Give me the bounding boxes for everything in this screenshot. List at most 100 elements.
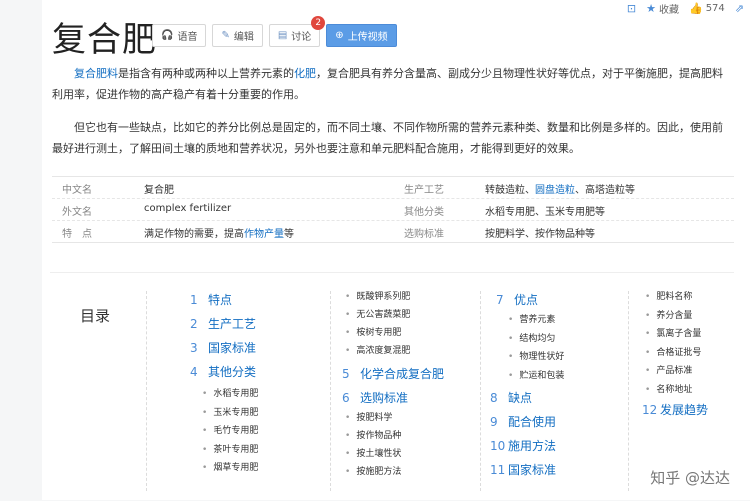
headphone-icon: 🎧 <box>161 30 174 41</box>
toc-item[interactable]: 9 配合使用 <box>490 413 556 430</box>
toc-subitem[interactable]: 既酸钾系列肥 <box>345 289 410 302</box>
toc-subitem[interactable]: 按施肥方法 <box>345 464 401 477</box>
toc-subitem[interactable]: 合格证批号 <box>645 345 701 358</box>
page-title: 复合肥 <box>52 20 157 60</box>
toc-divider <box>146 291 147 491</box>
toc-subitem[interactable]: 营养元素 <box>508 312 555 325</box>
toc-item-label: 特点 <box>208 293 233 307</box>
toc-item[interactable]: 4 其他分类 <box>190 363 256 380</box>
info-row: 特 点 满足作物的需要，提高作物产量等 选购标准 按肥料学、按作物品种等 <box>52 221 734 242</box>
toc-item-number: 2 <box>190 317 198 331</box>
info-value: 水稻专用肥、玉米专用肥等 <box>485 207 605 218</box>
share-arrow-icon[interactable]: ⇗ <box>735 2 744 15</box>
toc-item-label: 优点 <box>514 293 539 307</box>
info-value: 转鼓造粒、圆盘造粒、高塔造粒等 <box>485 185 635 196</box>
chat-icon: ▤ <box>277 30 288 41</box>
toc-subitem[interactable]: 按土壤性状 <box>345 446 401 459</box>
info-key: 外文名 <box>62 207 92 218</box>
link-chemical-fertilizer[interactable]: 化肥 <box>294 67 316 80</box>
toc-item[interactable]: 1 特点 <box>190 291 232 308</box>
toc-subitem[interactable]: 无公害蔬菜肥 <box>345 307 410 320</box>
like-button[interactable]: 👍 574 <box>689 2 725 15</box>
toc-subitem[interactable]: 烟草专用肥 <box>202 460 258 473</box>
toc-item[interactable]: 11 国家标准 <box>490 461 556 478</box>
toc-subitem[interactable]: 肥料名称 <box>645 289 692 302</box>
toc-subitem[interactable]: 贮运和包装 <box>508 368 564 381</box>
toc-item[interactable]: 8 缺点 <box>490 389 532 406</box>
link-crop-yield[interactable]: 作物产量 <box>244 229 284 240</box>
toc-item-label: 生产工艺 <box>208 317 257 331</box>
toc-item-label: 国家标准 <box>208 341 257 355</box>
toc-subitem[interactable]: 茶叶专用肥 <box>202 442 258 455</box>
toc-title: 目录 <box>80 307 111 325</box>
toc-subitem[interactable]: 产品标准 <box>645 363 692 376</box>
toc-item-label: 化学合成复合肥 <box>360 367 445 381</box>
info-value: 按肥料学、按作物品种等 <box>485 229 595 240</box>
toc-subitem[interactable]: 物理性状好 <box>508 349 564 362</box>
toc-item[interactable]: 12 发展趋势 <box>642 401 708 418</box>
second-paragraph: 但它也有一些缺点，比如它的养分比例总是固定的，而不同土壤、不同作物所需的营养元素… <box>52 121 723 155</box>
info-row: 外文名 complex fertilizer 其他分类 水稻专用肥、玉米专用肥等 <box>52 199 734 221</box>
discuss-button[interactable]: ▤ 讨论 2 <box>268 16 326 47</box>
toc-item-label: 缺点 <box>508 391 533 405</box>
toc-item[interactable]: 10 施用方法 <box>490 437 556 454</box>
info-key: 生产工艺 <box>404 185 444 196</box>
toc-divider <box>330 291 331 491</box>
info-value: complex fertilizer <box>144 203 232 214</box>
info-key: 选购标准 <box>404 229 444 240</box>
toc-item-number: 5 <box>342 367 350 381</box>
toc-item-number: 11 <box>490 463 506 477</box>
info-value: 满足作物的需要，提高作物产量等 <box>144 229 294 240</box>
toc-item-number: 7 <box>496 293 504 307</box>
thumbs-up-icon: 👍 <box>688 1 703 15</box>
toc-subitem[interactable]: 玉米专用肥 <box>202 405 258 418</box>
favorite-button[interactable]: ★ 收藏 <box>646 1 679 16</box>
info-key: 特 点 <box>62 229 92 240</box>
toc-subitem[interactable]: 按肥料学 <box>345 410 392 423</box>
discuss-badge: 2 <box>311 16 326 30</box>
toc-item-number: 8 <box>490 391 498 405</box>
toc-item-label: 其他分类 <box>208 365 257 379</box>
toc-item-label: 国家标准 <box>508 463 557 477</box>
toc-subitem[interactable]: 高浓度复混肥 <box>345 343 410 356</box>
page: ⊡ ★ 收藏 👍 574 ⇗ 复合肥 🎧 语音 ✎ 编辑 ▤ 讨论 2 ⊕ 上传… <box>42 0 750 500</box>
toc-item-number: 4 <box>190 365 198 379</box>
toc-subitem[interactable]: 按作物品种 <box>345 428 401 441</box>
toc-subitem[interactable]: 养分含量 <box>645 308 692 321</box>
toc-item-number: 10 <box>490 439 506 453</box>
upload-video-button[interactable]: ⊕ 上传视频 <box>326 24 397 47</box>
info-key: 中文名 <box>62 185 92 196</box>
top-toolbar: ⊡ ★ 收藏 👍 574 ⇗ <box>627 0 744 16</box>
star-icon: ★ <box>646 1 656 15</box>
toc-item-number: 9 <box>490 415 498 429</box>
toc-item[interactable]: 2 生产工艺 <box>190 315 256 332</box>
toc-subitem[interactable]: 毛竹专用肥 <box>202 423 258 436</box>
toc-item[interactable]: 6 选购标准 <box>342 389 408 406</box>
toc-item[interactable]: 5 化学合成复合肥 <box>342 365 444 382</box>
intro-paragraph: 复合肥料是指含有两种或两种以上营养元素的化肥，复合肥具有养分含量高、副成分少且物… <box>52 67 723 101</box>
voice-button[interactable]: 🎧 语音 <box>152 24 207 47</box>
basic-info-box: 中文名 复合肥 生产工艺 转鼓造粒、圆盘造粒、高塔造粒等 外文名 complex… <box>52 176 734 243</box>
toc-subitem[interactable]: 水稻专用肥 <box>202 386 258 399</box>
toc-subitem[interactable]: 氯离子含量 <box>645 326 701 339</box>
toc-item-number: 6 <box>342 391 350 405</box>
edit-button[interactable]: ✎ 编辑 <box>212 24 263 47</box>
info-key: 其他分类 <box>404 207 444 218</box>
share-icon[interactable]: ⊡ <box>627 2 636 15</box>
toc-item[interactable]: 7 优点 <box>496 291 538 308</box>
link-compound-fertilizer[interactable]: 复合肥料 <box>74 67 118 80</box>
pencil-icon: ✎ <box>221 30 230 41</box>
toc-item-label: 发展趋势 <box>660 403 709 417</box>
toc-item-number: 3 <box>190 341 198 355</box>
toc-item[interactable]: 3 国家标准 <box>190 339 256 356</box>
toc-item-label: 配合使用 <box>508 415 557 429</box>
toc-item-number: 12 <box>642 403 658 417</box>
table-of-contents: 目录 1 特点 2 生产工艺 3 国家标准 4 其他分类水稻专用肥玉米专用肥毛竹专用肥茶叶专用… <box>50 272 734 501</box>
toc-subitem[interactable]: 名称地址 <box>645 382 692 395</box>
toc-subitem[interactable]: 结构均匀 <box>508 331 555 344</box>
toc-subitem[interactable]: 桉树专用肥 <box>345 325 401 338</box>
title-actions: 🎧 语音 ✎ 编辑 ▤ 讨论 2 ⊕ 上传视频 <box>152 16 397 47</box>
link-disc-granulation[interactable]: 圆盘造粒 <box>535 185 575 196</box>
plus-circle-icon: ⊕ <box>335 30 344 41</box>
toc-divider <box>480 291 481 491</box>
